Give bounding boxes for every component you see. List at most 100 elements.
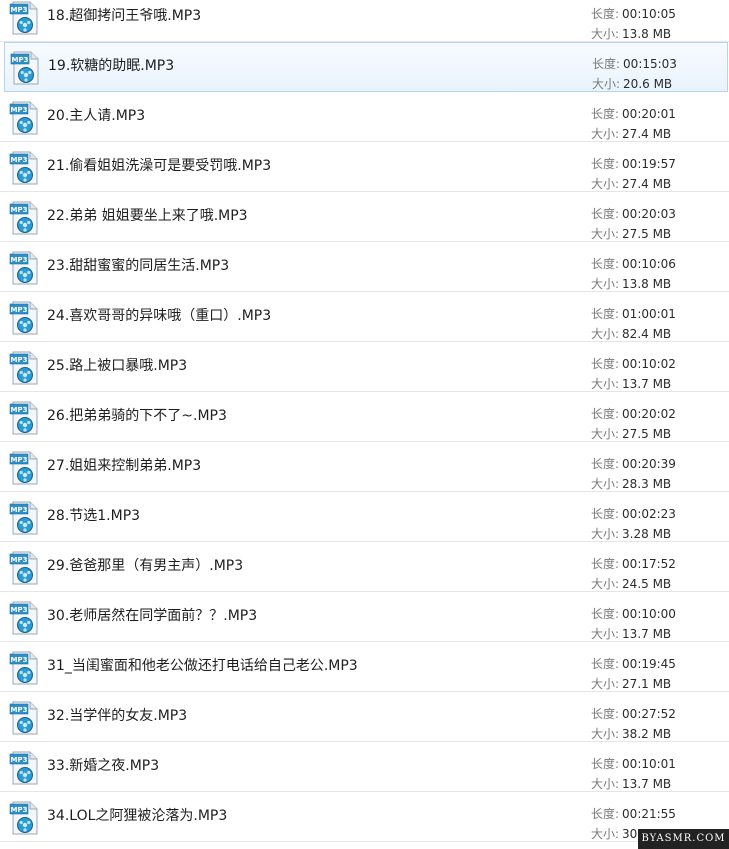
file-row[interactable]: MP3 32.当学伴的女友.MP3 长度: 00:27:52 大小: 38.2 MB [0, 692, 729, 742]
mp3-file-icon: MP3 [9, 800, 41, 836]
file-name[interactable]: 23.甜甜蜜蜜的同居生活.MP3 [47, 255, 229, 275]
file-row[interactable]: MP3 22.弟弟 姐姐要坐上来了哦.MP3 长度: 00:20:03 大小: 27.5… [0, 192, 729, 242]
file-name[interactable]: 22.弟弟 姐姐要坐上来了哦.MP3 [47, 205, 248, 225]
duration-value: 00:15:03 [623, 57, 677, 71]
duration-label: 长度: [591, 257, 620, 271]
svg-text:MP3: MP3 [11, 356, 28, 364]
size-value: 13.7 MB [622, 777, 672, 791]
size-label: 大小: [591, 477, 620, 491]
svg-text:MP3: MP3 [11, 556, 28, 564]
size-label: 大小: [591, 327, 620, 341]
file-name[interactable]: 26.把弟弟骑的下不了~.MP3 [47, 405, 227, 425]
file-row[interactable]: MP3 28.节选1.MP3 长度: 00:02:23 大小: 3.28 MB [0, 492, 729, 542]
duration-info: 长度: 00:19:57 [591, 155, 676, 172]
duration-label: 长度: [591, 357, 620, 371]
duration-value: 00:10:02 [622, 357, 676, 371]
duration-value: 00:10:05 [622, 7, 676, 21]
duration-label: 长度: [591, 557, 620, 571]
file-row[interactable]: MP3 31_当闺蜜面和他老公做还打电话给自己老公.MP3 长度: 00:19:45… [0, 642, 729, 692]
size-value: 38.2 MB [622, 727, 672, 741]
file-row[interactable]: MP3 30.老师居然在同学面前？？.MP3 长度: 00:10:00 大小: 13.7… [0, 592, 729, 642]
file-row[interactable]: MP3 25.路上被口暴哦.MP3 长度: 00:10:02 大小: 13.7 MB [0, 342, 729, 392]
duration-label: 长度: [591, 307, 620, 321]
duration-info: 长度: 00:10:05 [591, 5, 676, 22]
duration-label: 长度: [591, 707, 620, 721]
duration-label: 长度: [591, 607, 620, 621]
size-label: 大小: [591, 127, 620, 141]
mp3-file-icon: MP3 [9, 450, 41, 486]
mp3-file-icon: MP3 [10, 50, 42, 86]
size-label: 大小: [591, 277, 620, 291]
file-name[interactable]: 25.路上被口暴哦.MP3 [47, 355, 187, 375]
duration-value: 00:27:52 [622, 707, 676, 721]
size-label: 大小: [591, 577, 620, 591]
size-value: 27.4 MB [622, 177, 672, 191]
size-value: 82.4 MB [622, 327, 672, 341]
mp3-file-icon: MP3 [9, 750, 41, 786]
duration-value: 00:19:57 [622, 157, 676, 171]
file-name[interactable]: 33.新婚之夜.MP3 [47, 755, 159, 775]
size-label: 大小: [591, 377, 620, 391]
size-label: 大小: [591, 827, 620, 841]
svg-text:MP3: MP3 [11, 656, 28, 664]
duration-label: 长度: [591, 207, 620, 221]
mp3-file-icon: MP3 [9, 300, 41, 336]
duration-info: 长度: 00:21:55 [591, 805, 676, 822]
file-name[interactable]: 30.老师居然在同学面前？？.MP3 [47, 605, 257, 625]
file-row[interactable]: MP3 33.新婚之夜.MP3 长度: 00:10:01 大小: 13.7 MB [0, 742, 729, 792]
size-info: 大小: 13.8 MB [591, 25, 671, 42]
size-info: 大小: 27.4 MB [591, 175, 671, 192]
duration-value: 00:20:01 [622, 107, 676, 121]
file-row[interactable]: MP3 26.把弟弟骑的下不了~.MP3 长度: 00:20:02 大小: 27.5 M… [0, 392, 729, 442]
file-name[interactable]: 19.软糖的助眠.MP3 [48, 55, 174, 75]
mp3-file-icon: MP3 [9, 150, 41, 186]
file-name[interactable]: 34.LOL之阿狸被沦落为.MP3 [47, 805, 227, 825]
file-row[interactable]: MP3 18.超御拷问王爷哦.MP3 长度: 00:10:05 大小: 13.8 MB [0, 0, 729, 42]
duration-value: 00:20:39 [622, 457, 676, 471]
duration-value: 00:21:55 [622, 807, 676, 821]
file-row[interactable]: MP3 19.软糖的助眠.MP3 长度: 00:15:03 大小: 20.6 MB [4, 42, 728, 92]
file-name[interactable]: 28.节选1.MP3 [47, 505, 140, 525]
size-info: 大小: 30. [591, 825, 641, 842]
file-name[interactable]: 24.喜欢哥哥的异味哦（重口）.MP3 [47, 305, 271, 325]
file-row[interactable]: MP3 29.爸爸那里（有男主声）.MP3 长度: 00:17:52 大小: 24.5 … [0, 542, 729, 592]
svg-text:MP3: MP3 [11, 406, 28, 414]
svg-text:MP3: MP3 [11, 706, 28, 714]
duration-info: 长度: 01:00:01 [591, 305, 676, 322]
mp3-file-icon: MP3 [9, 700, 41, 736]
mp3-file-icon: MP3 [9, 0, 41, 36]
size-label: 大小: [591, 627, 620, 641]
mp3-file-icon: MP3 [9, 600, 41, 636]
file-name[interactable]: 31_当闺蜜面和他老公做还打电话给自己老公.MP3 [47, 655, 358, 675]
file-list: MP3 18.超御拷问王爷哦.MP3 长度: 00:10:05 大小: 13.8 MB … [0, 0, 729, 842]
file-name[interactable]: 27.姐姐来控制弟弟.MP3 [47, 455, 201, 475]
duration-info: 长度: 00:20:03 [591, 205, 676, 222]
svg-text:MP3: MP3 [11, 6, 28, 14]
file-name[interactable]: 29.爸爸那里（有男主声）.MP3 [47, 555, 243, 575]
duration-label: 长度: [591, 107, 620, 121]
file-name[interactable]: 20.主人请.MP3 [47, 105, 145, 125]
file-row[interactable]: MP3 34.LOL之阿狸被沦落为.MP3 长度: 00:21:55 大小: 30. [0, 792, 729, 842]
mp3-file-icon: MP3 [9, 100, 41, 136]
size-info: 大小: 27.1 MB [591, 675, 671, 692]
duration-info: 长度: 00:10:01 [591, 755, 676, 772]
file-row[interactable]: MP3 23.甜甜蜜蜜的同居生活.MP3 长度: 00:10:06 大小: 13.8 M… [0, 242, 729, 292]
file-row[interactable]: MP3 27.姐姐来控制弟弟.MP3 长度: 00:20:39 大小: 28.3 MB [0, 442, 729, 492]
duration-info: 长度: 00:27:52 [591, 705, 676, 722]
duration-info: 长度: 00:20:01 [591, 105, 676, 122]
file-row[interactable]: MP3 21.偷看姐姐洗澡可是要受罚哦.MP3 长度: 00:19:57 大小: 27.… [0, 142, 729, 192]
duration-info: 长度: 00:20:02 [591, 405, 676, 422]
duration-value: 00:10:06 [622, 257, 676, 271]
file-row[interactable]: MP3 24.喜欢哥哥的异味哦（重口）.MP3 长度: 01:00:01 大小: 82.… [0, 292, 729, 342]
file-row[interactable]: MP3 20.主人请.MP3 长度: 00:20:01 大小: 27.4 MB [0, 92, 729, 142]
duration-label: 长度: [591, 657, 620, 671]
file-name[interactable]: 32.当学伴的女友.MP3 [47, 705, 187, 725]
file-name[interactable]: 18.超御拷问王爷哦.MP3 [47, 5, 201, 25]
svg-text:MP3: MP3 [11, 206, 28, 214]
size-info: 大小: 13.8 MB [591, 275, 671, 292]
duration-value: 00:10:00 [622, 607, 676, 621]
size-label: 大小: [591, 427, 620, 441]
file-name[interactable]: 21.偷看姐姐洗澡可是要受罚哦.MP3 [47, 155, 271, 175]
size-info: 大小: 82.4 MB [591, 325, 671, 342]
duration-info: 长度: 00:10:00 [591, 605, 676, 622]
